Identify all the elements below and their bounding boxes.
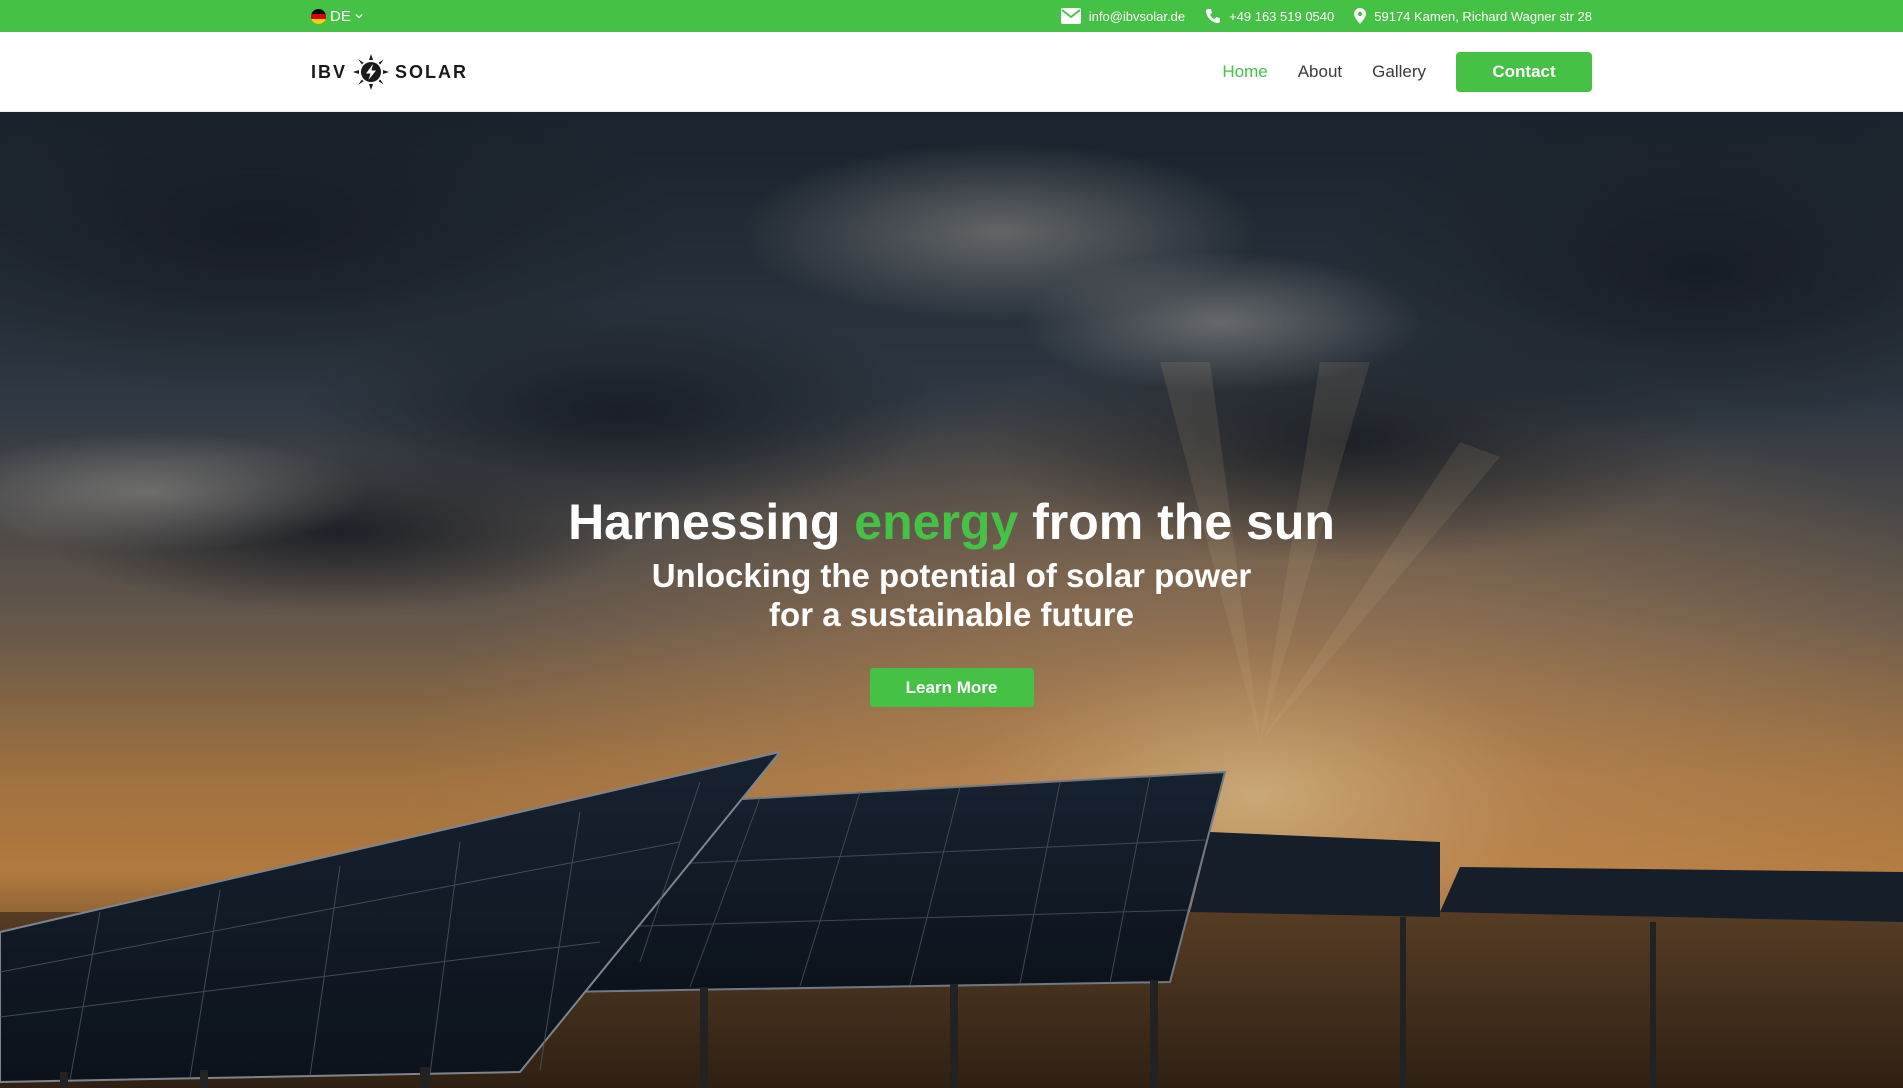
top-info-bar: DE info@ibvsolar.de +49 163 519 0540 591… xyxy=(0,0,1903,32)
hero-subtitle: Unlocking the potential of solar power f… xyxy=(602,556,1302,634)
logo-text-left: IBV xyxy=(311,61,348,82)
chevron-down-icon xyxy=(355,13,363,19)
phone-text: +49 163 519 0540 xyxy=(1229,8,1335,24)
hero-title-part: from the sun xyxy=(1018,494,1335,550)
contact-info: info@ibvsolar.de +49 163 519 0540 59174 … xyxy=(1060,0,1592,32)
address-link[interactable]: 59174 Kamen, Richard Wagner str 28 xyxy=(1354,8,1592,24)
logo-text-right: SOLAR xyxy=(395,61,469,82)
language-label: DE xyxy=(330,7,351,25)
hero-title-accent: energy xyxy=(854,494,1019,550)
hero-title-part: Harnessing xyxy=(568,494,855,550)
hero-content: Harnessing energy from the sun Unlocking… xyxy=(0,492,1903,707)
phone-link[interactable]: +49 163 519 0540 xyxy=(1205,8,1334,24)
address-text: 59174 Kamen, Richard Wagner str 28 xyxy=(1374,8,1592,24)
german-flag-icon xyxy=(311,8,326,24)
nav-gallery[interactable]: Gallery xyxy=(1372,62,1426,82)
email-link[interactable]: info@ibvsolar.de xyxy=(1060,8,1186,24)
contact-button[interactable]: Contact xyxy=(1456,52,1592,92)
main-nav: Home About Gallery Contact xyxy=(1222,52,1592,92)
hero-subtitle-line1: Unlocking the potential of solar power xyxy=(651,557,1252,594)
hero-subtitle-line2: for a sustainable future xyxy=(769,596,1134,633)
language-selector[interactable]: DE xyxy=(311,0,363,32)
envelope-icon xyxy=(1060,8,1081,24)
email-text: info@ibvsolar.de xyxy=(1088,8,1186,24)
nav-home[interactable]: Home xyxy=(1222,62,1267,82)
learn-more-button[interactable]: Learn More xyxy=(869,668,1034,707)
nav-about[interactable]: About xyxy=(1298,62,1342,82)
sun-bolt-icon xyxy=(353,54,390,90)
map-pin-icon xyxy=(1354,8,1367,24)
site-logo[interactable]: IBV SOLAR xyxy=(311,54,468,90)
hero-title: Harnessing energy from the sun xyxy=(0,492,1903,552)
main-header: IBV SOLAR Home About Gallery Contact xyxy=(0,32,1903,112)
phone-icon xyxy=(1206,9,1221,23)
hero-section: Harnessing energy from the sun Unlocking… xyxy=(0,112,1903,1088)
